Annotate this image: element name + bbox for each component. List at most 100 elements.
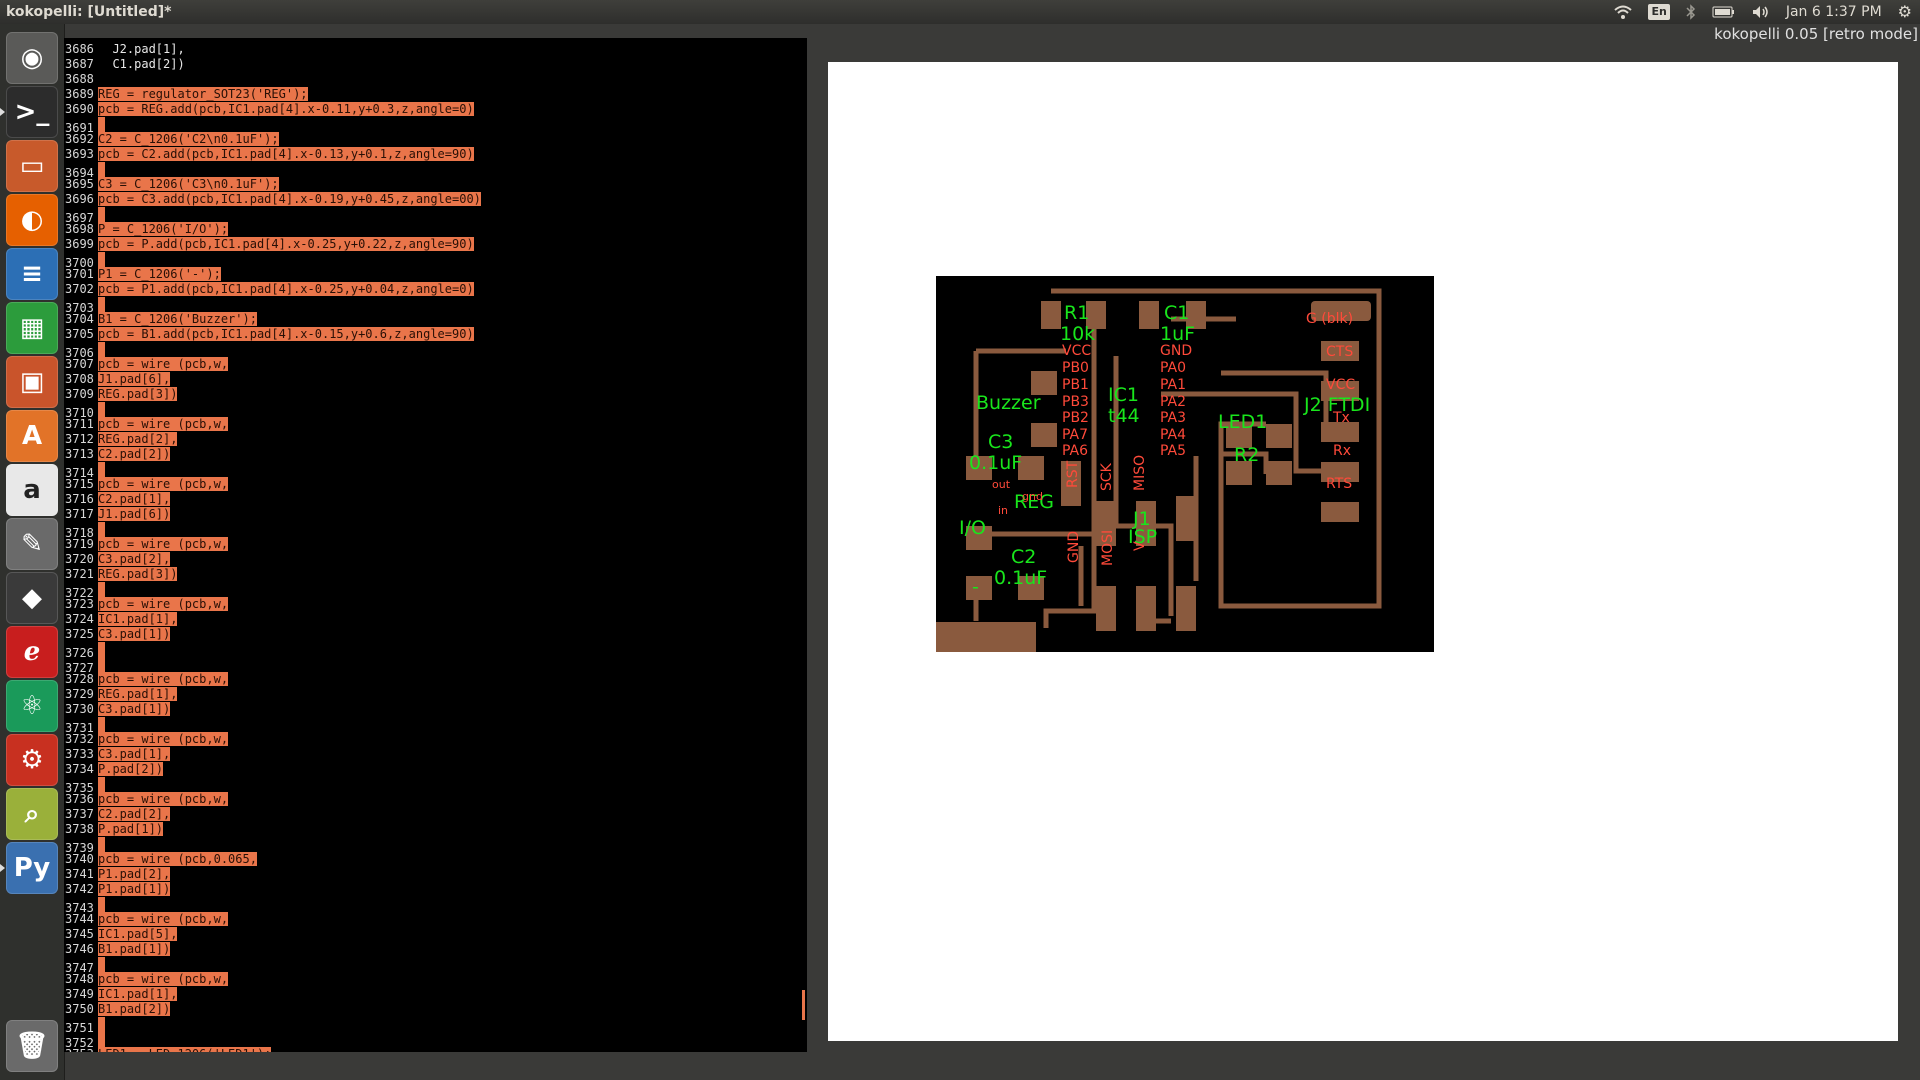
code-line[interactable]: 3687 C1.pad[2]) xyxy=(64,57,185,72)
code-line[interactable]: 3720 C3.pad[2], xyxy=(64,552,171,567)
code-line[interactable]: 3725 C3.pad[1]) xyxy=(64,627,171,642)
code-line[interactable]: 3703 xyxy=(64,297,105,315)
code-line[interactable]: 3701 P1 = C_1206('-'); xyxy=(64,267,221,282)
inkscape-icon[interactable]: ◆ xyxy=(6,572,58,624)
code-line[interactable]: 3686 J2.pad[1], xyxy=(64,42,185,57)
code-line[interactable]: 3752 xyxy=(64,1032,105,1050)
code-line[interactable]: 3707 pcb = wire (pcb,w, xyxy=(64,357,229,372)
impress-icon[interactable]: ▣ xyxy=(6,356,58,408)
code-line[interactable]: 3734 P.pad[2]) xyxy=(64,762,164,777)
code-line[interactable]: 3737 C2.pad[2], xyxy=(64,807,171,822)
code-line[interactable]: 3724 IC1.pad[1], xyxy=(64,612,178,627)
amazon-icon[interactable]: a xyxy=(6,464,58,516)
code-line[interactable]: 3746 B1.pad[1]) xyxy=(64,942,171,957)
code-line[interactable]: 3726 xyxy=(64,642,105,660)
code-line[interactable]: 3697 xyxy=(64,207,105,225)
fab-modules-icon[interactable]: ⚙ xyxy=(6,734,58,786)
bluetooth-icon[interactable] xyxy=(1686,4,1696,20)
image-viewer-icon[interactable]: ⌕ xyxy=(6,788,58,840)
wifi-icon[interactable] xyxy=(1614,5,1633,19)
code-line[interactable]: 3722 xyxy=(64,582,105,600)
code-line[interactable]: 3704 B1 = C_1206('Buzzer'); xyxy=(64,312,257,327)
code-line[interactable]: 3745 IC1.pad[5], xyxy=(64,927,178,942)
software-center-icon[interactable]: A xyxy=(6,410,58,462)
code-line[interactable]: 3712 REG.pad[2], xyxy=(64,432,178,447)
line-number: 3707 xyxy=(65,357,94,371)
code-line[interactable]: 3739 xyxy=(64,837,105,855)
code-line[interactable]: 3749 IC1.pad[1], xyxy=(64,987,178,1002)
code-line[interactable]: 3709 REG.pad[3]) xyxy=(64,387,178,402)
code-line[interactable]: 3706 xyxy=(64,342,105,360)
code-line[interactable]: 3700 xyxy=(64,252,105,270)
files-icon[interactable]: ▭ xyxy=(6,140,58,192)
code-text: C3 = C_1206('C3\n0.1uF'); xyxy=(98,177,279,191)
battery-icon[interactable] xyxy=(1712,6,1736,18)
code-line[interactable]: 3731 xyxy=(64,717,105,735)
pdf-viewer-icon[interactable]: ℯ xyxy=(6,626,58,678)
code-line[interactable]: 3733 C3.pad[1], xyxy=(64,747,171,762)
code-line[interactable]: 3696 pcb = C3.add(pcb,IC1.pad[4].x-0.19,y… xyxy=(64,192,481,207)
code-line[interactable]: 3728 pcb = wire (pcb,w, xyxy=(64,672,229,687)
code-line[interactable]: 3736 pcb = wire (pcb,w, xyxy=(64,792,229,807)
gear-icon[interactable]: ⚙ xyxy=(1898,0,1912,24)
code-line[interactable]: 3744 pcb = wire (pcb,w, xyxy=(64,912,229,927)
terminal-icon[interactable]: >_ xyxy=(6,86,58,138)
code-line[interactable]: 3716 C2.pad[1], xyxy=(64,492,171,507)
code-line[interactable]: 3692 C2 = C_1206('C2\n0.1uF'); xyxy=(64,132,279,147)
code-text: pcb = wire (pcb,w, xyxy=(98,732,229,746)
line-number: 3704 xyxy=(65,312,94,326)
code-line[interactable]: 3693 pcb = C2.add(pcb,IC1.pad[4].x-0.13,y… xyxy=(64,147,474,162)
code-line[interactable]: 3740 pcb = wire (pcb,0.065, xyxy=(64,852,257,867)
keyboard-icon[interactable]: En xyxy=(1648,4,1670,20)
code-line[interactable]: 3747 xyxy=(64,957,105,975)
code-line[interactable]: 3738 P.pad[1]) xyxy=(64,822,164,837)
code-line[interactable]: 3742 P1.pad[1]) xyxy=(64,882,171,897)
clock[interactable]: Jan 6 1:37 PM xyxy=(1786,0,1882,24)
code-line[interactable]: 3711 pcb = wire (pcb,w, xyxy=(64,417,229,432)
calc-icon[interactable]: ▦ xyxy=(6,302,58,354)
code-line[interactable]: 3753LED1 = LED_1206('LED1'); xyxy=(64,1047,272,1052)
code-line[interactable]: 3690 pcb = REG.add(pcb,IC1.pad[4].x-0.11,… xyxy=(64,102,474,117)
code-line[interactable]: 3723 pcb = wire (pcb,w, xyxy=(64,597,229,612)
code-line[interactable]: 3730 C3.pad[1]) xyxy=(64,702,171,717)
code-line[interactable]: 3708 J1.pad[6], xyxy=(64,372,171,387)
code-line[interactable]: 3729 REG.pad[1], xyxy=(64,687,178,702)
code-line[interactable]: 3698 P = C_1206('I/O'); xyxy=(64,222,229,237)
code-line[interactable]: 3750 B1.pad[2]) xyxy=(64,1002,171,1017)
code-line[interactable]: 3715 pcb = wire (pcb,w, xyxy=(64,477,229,492)
code-line[interactable]: 3741 P1.pad[2], xyxy=(64,867,171,882)
code-line[interactable]: 3719 pcb = wire (pcb,w, xyxy=(64,537,229,552)
editor-scroll-marker[interactable] xyxy=(802,990,805,1020)
code-line[interactable]: 3717 J1.pad[6]) xyxy=(64,507,171,522)
ubuntu-dash-icon[interactable]: ◉ xyxy=(6,32,58,84)
code-line[interactable]: 3695 C3 = C_1206('C3\n0.1uF'); xyxy=(64,177,279,192)
code-line[interactable]: 3735 xyxy=(64,777,105,795)
line-number: 3690 xyxy=(65,102,94,116)
code-line[interactable]: 3699 pcb = P.add(pcb,IC1.pad[4].x-0.25,y+… xyxy=(64,237,474,252)
code-line[interactable]: 3705 pcb = B1.add(pcb,IC1.pad[4].x-0.15,y… xyxy=(64,327,474,342)
python-icon[interactable]: Py xyxy=(6,842,58,894)
code-line[interactable]: 3743 xyxy=(64,897,105,915)
code-line[interactable]: 3751 xyxy=(64,1017,105,1035)
code-line[interactable]: 3727 xyxy=(64,657,105,675)
firefox-icon[interactable]: ◐ xyxy=(6,194,58,246)
code-line[interactable]: 3718 xyxy=(64,522,105,540)
code-line[interactable]: 3689 REG = regulator_SOT23('REG'); xyxy=(64,87,308,102)
code-line[interactable]: 3732 pcb = wire (pcb,w, xyxy=(64,732,229,747)
code-line[interactable]: 3694 xyxy=(64,162,105,180)
writer-icon[interactable]: ≡ xyxy=(6,248,58,300)
volume-icon[interactable] xyxy=(1752,5,1770,19)
code-line[interactable]: 3710 xyxy=(64,402,105,420)
trash-icon[interactable]: 🗑 xyxy=(6,1020,58,1072)
code-line[interactable]: 3688 xyxy=(64,72,98,87)
code-line[interactable]: 3691 xyxy=(64,117,105,135)
pcb-viewer[interactable]: R1 10k C1 1uF Buzzer IC1 t44 J2 FTDI LED1 C3 0.1uF… xyxy=(828,62,1898,1041)
atom-icon[interactable]: ⚛ xyxy=(6,680,58,732)
code-line[interactable]: 3702 pcb = P1.add(pcb,IC1.pad[4].x-0.25,y… xyxy=(64,282,474,297)
code-editor[interactable]: 3686 J2.pad[1], 3687 C1.pad[2]) 3688 3689 RE… xyxy=(64,38,807,1052)
code-line[interactable]: 3713 C2.pad[2]) xyxy=(64,447,171,462)
system-settings-icon[interactable]: ✎ xyxy=(6,518,58,570)
code-line[interactable]: 3714 xyxy=(64,462,105,480)
code-line[interactable]: 3721 REG.pad[3]) xyxy=(64,567,178,582)
code-line[interactable]: 3748 pcb = wire (pcb,w, xyxy=(64,972,229,987)
